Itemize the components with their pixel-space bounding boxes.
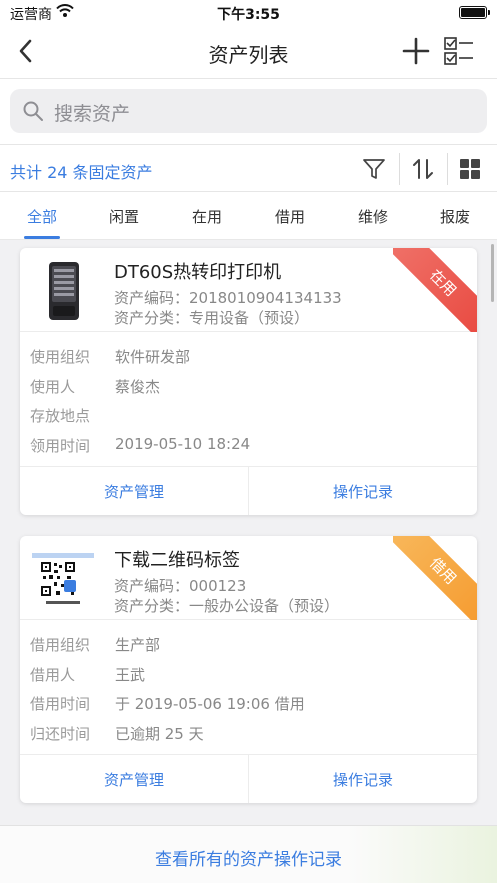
nav-bar: 资产列表 [0, 26, 497, 78]
printer-thumbnail [49, 262, 79, 320]
detail-value: 蔡俊杰 [115, 377, 161, 396]
asset-name: DT60S热转印打印机 [114, 262, 282, 283]
grid-view-icon[interactable] [459, 158, 481, 180]
tab-scrapped[interactable]: 报废 [425, 206, 485, 227]
tab-borrowed[interactable]: 借用 [260, 206, 320, 227]
detail-label: 借用组织 [30, 636, 91, 654]
detail-row: 借用人 王武 [20, 660, 477, 690]
status-ribbon: 在用 [393, 248, 477, 332]
detail-value: 于 2019-05-06 19:06 借用 [115, 695, 305, 713]
detail-value: 已逾期 25 天 [115, 724, 204, 743]
detail-row: 归还时间 已逾期 25 天 [20, 719, 477, 749]
tab-in-use[interactable]: 在用 [177, 206, 237, 227]
search-input[interactable]: 搜索资产 [10, 89, 487, 133]
asset-category: 资产分类：一般办公设备（预设） [114, 597, 340, 615]
detail-row: 领用时间 2019-05-10 18:24 [20, 431, 477, 461]
asset-name: 下载二维码标签 [114, 550, 240, 571]
detail-label: 存放地点 [30, 407, 91, 425]
card-actions: 资产管理 操作记录 [20, 467, 477, 515]
detail-row: 存放地点 [20, 401, 477, 431]
card-details: 使用组织 软件研发部 使用人 蔡俊杰 存放地点 领用时间 2019-05-10 … [20, 332, 477, 467]
battery-icon [459, 6, 490, 19]
plus-icon[interactable] [401, 36, 431, 66]
asset-count: 共计 24 条固定资产 [10, 163, 153, 182]
tab-repair[interactable]: 维修 [343, 206, 403, 227]
checklist-icon[interactable] [443, 35, 475, 67]
active-tab-indicator [24, 236, 60, 239]
status-tabs: 全部 闲置 在用 借用 维修 报废 [0, 192, 497, 240]
filter-icon[interactable] [362, 157, 386, 181]
detail-label: 借用时间 [30, 695, 91, 713]
detail-row: 使用人 蔡俊杰 [20, 372, 477, 402]
scrollbar[interactable] [491, 244, 494, 302]
detail-label: 使用人 [30, 377, 76, 396]
asset-card[interactable]: DT60S热转印打印机 资产编码：2018010904134133 资产分类：专… [20, 248, 477, 515]
bottom-bar: 查看所有的资产操作记录 [0, 825, 497, 883]
summary-bar: 共计 24 条固定资产 [0, 144, 497, 192]
asset-code: 资产编码：2018010904134133 [114, 289, 342, 307]
detail-value: 生产部 [115, 636, 161, 654]
detail-row: 使用组织 软件研发部 [20, 342, 477, 372]
detail-label: 使用组织 [30, 348, 91, 366]
search-icon [23, 101, 43, 121]
detail-value: 2019-05-10 18:24 [115, 434, 251, 453]
detail-row: 借用组织 生产部 [20, 630, 477, 660]
clock: 下午3:55 [217, 7, 280, 23]
card-header[interactable]: DT60S热转印打印机 资产编码：2018010904134133 资产分类：专… [20, 248, 477, 332]
search-placeholder: 搜索资产 [54, 103, 131, 125]
operation-log-button[interactable]: 操作记录 [249, 769, 477, 790]
view-all-logs-link[interactable]: 查看所有的资产操作记录 [0, 845, 497, 870]
status-bar: 运营商 下午3:55 [0, 0, 497, 26]
card-details: 借用组织 生产部 借用人 王武 借用时间 于 2019-05-06 19:06 … [20, 620, 477, 755]
asset-card[interactable]: 下载二维码标签 资产编码：000123 资产分类：一般办公设备（预设） 借用 借… [20, 536, 477, 803]
detail-value: 软件研发部 [115, 348, 191, 366]
sort-icon[interactable] [411, 157, 435, 181]
asset-manage-button[interactable]: 资产管理 [20, 769, 248, 790]
status-badge: 在用 [393, 248, 477, 332]
status-badge: 借用 [393, 536, 477, 620]
search-section: 搜索资产 [0, 78, 497, 144]
detail-row: 借用时间 于 2019-05-06 19:06 借用 [20, 689, 477, 719]
qr-label-thumbnail [30, 546, 96, 612]
card-header[interactable]: 下载二维码标签 资产编码：000123 资产分类：一般办公设备（预设） 借用 [20, 536, 477, 620]
asset-manage-button[interactable]: 资产管理 [20, 481, 248, 502]
detail-value: 王武 [115, 665, 146, 684]
detail-label: 领用时间 [30, 436, 91, 455]
asset-list[interactable]: DT60S热转印打印机 资产编码：2018010904134133 资产分类：专… [0, 240, 497, 825]
divider [447, 153, 448, 185]
tab-all[interactable]: 全部 [12, 206, 72, 227]
operation-log-button[interactable]: 操作记录 [249, 481, 477, 502]
detail-label: 借用人 [30, 665, 76, 684]
divider [399, 153, 400, 185]
status-ribbon: 借用 [393, 536, 477, 620]
detail-label: 归还时间 [30, 724, 91, 743]
card-actions: 资产管理 操作记录 [20, 755, 477, 803]
asset-code: 资产编码：000123 [114, 577, 247, 595]
tab-idle[interactable]: 闲置 [94, 206, 154, 227]
asset-category: 资产分类：专用设备（预设） [114, 309, 310, 327]
